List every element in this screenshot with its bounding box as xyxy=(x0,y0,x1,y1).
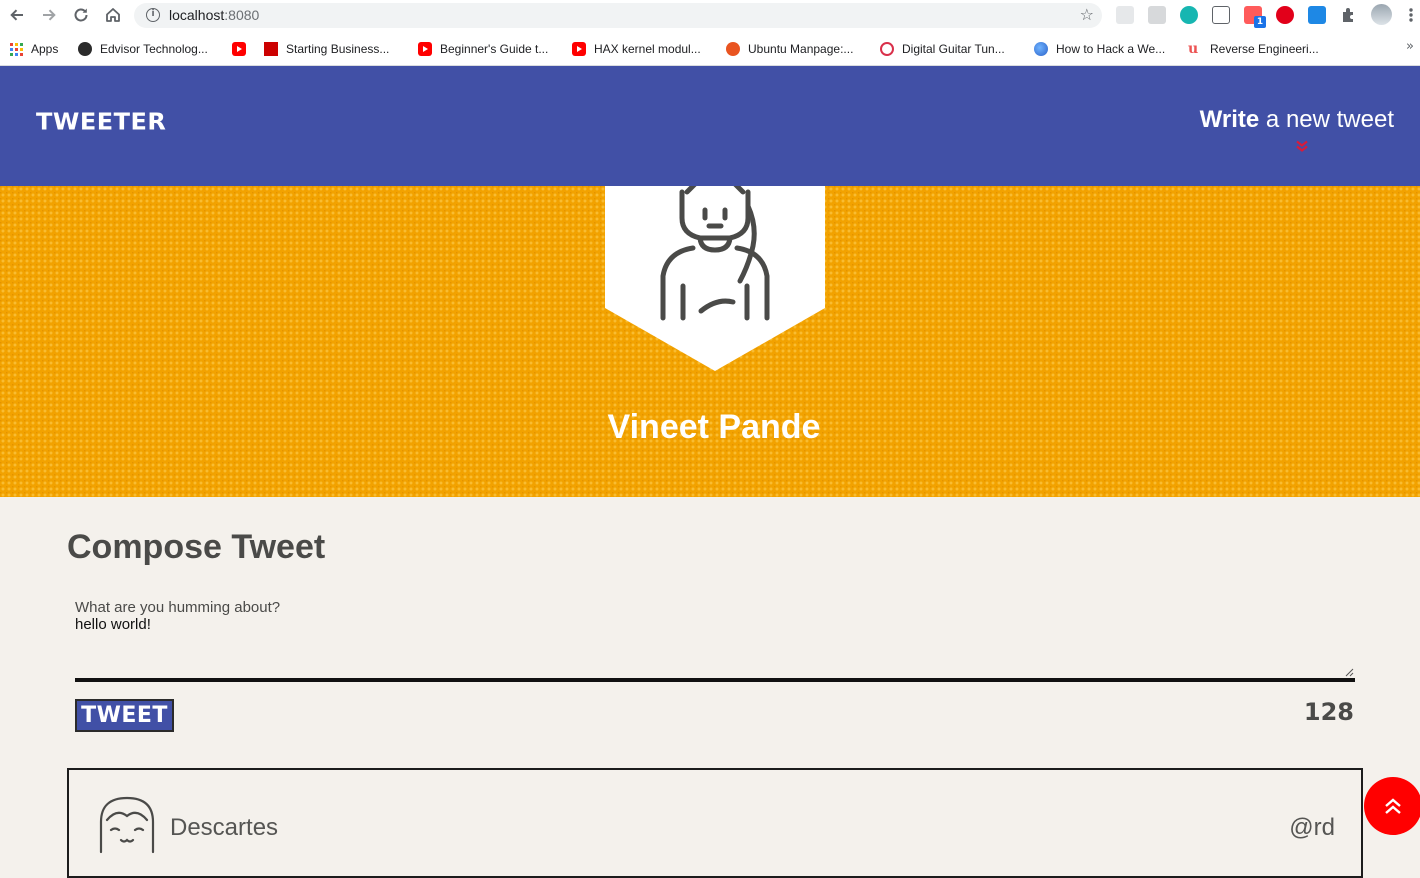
globe-icon xyxy=(1034,42,1048,56)
profile-avatar-badge xyxy=(605,186,825,371)
bookmark-label: Digital Guitar Tun... xyxy=(902,42,1005,56)
bookmark-label: Reverse Engineeri... xyxy=(1210,42,1319,56)
double-chevron-up-icon xyxy=(1385,798,1401,814)
home-icon[interactable] xyxy=(102,4,124,26)
tweet-author-avatar-icon xyxy=(99,796,155,854)
bookmark-ubuntu-manpage[interactable]: Ubuntu Manpage:... xyxy=(726,41,853,57)
url-host: localhost xyxy=(169,7,225,23)
apps-grid-icon xyxy=(9,42,23,56)
site-info-icon[interactable]: i xyxy=(146,8,160,22)
profile-name: Vineet Pande xyxy=(607,408,821,446)
forward-arrow-icon[interactable] xyxy=(38,4,60,26)
bookmark-youtube[interactable] xyxy=(232,41,254,57)
write-new-tweet-link[interactable]: Write a new tweet xyxy=(1200,106,1394,134)
extensions-puzzle-icon[interactable] xyxy=(1340,6,1358,24)
browser-toolbar: i localhost:8080 ☆ 1 xyxy=(0,0,1420,31)
bookmark-edvisor[interactable]: Edvisor Technolog... xyxy=(78,41,208,57)
youtube-icon xyxy=(232,42,246,56)
compose-label: What are you humming about? xyxy=(75,599,281,616)
back-arrow-icon[interactable] xyxy=(6,4,28,26)
tweet-textarea[interactable] xyxy=(75,616,1355,682)
bookmark-star-icon[interactable]: ☆ xyxy=(1080,5,1094,24)
double-chevron-down-icon[interactable] xyxy=(1295,140,1309,152)
more-bookmarks-button[interactable]: » xyxy=(1406,39,1414,54)
bookmark-how-to-hack[interactable]: How to Hack a We... xyxy=(1034,41,1165,57)
tweet-author-handle: @rd xyxy=(1289,814,1335,841)
bookmark-label: Edvisor Technolog... xyxy=(100,42,208,56)
tweet-card: Descartes @rd xyxy=(67,768,1363,878)
compose-title: Compose Tweet xyxy=(67,528,326,566)
address-bar[interactable]: i localhost:8080 ☆ xyxy=(134,3,1102,28)
udemy-icon: u xyxy=(1188,41,1199,57)
extension-badge: 1 xyxy=(1254,16,1266,28)
youtube-icon xyxy=(418,42,432,56)
bookmark-label: Beginner's Guide t... xyxy=(440,42,549,56)
extension-doc-icon[interactable] xyxy=(1212,6,1230,24)
github-icon xyxy=(78,42,92,56)
reload-icon[interactable] xyxy=(70,4,92,26)
profile-avatar[interactable] xyxy=(1371,4,1392,25)
write-link-bold: Write xyxy=(1199,106,1260,133)
bookmark-apps[interactable]: Apps xyxy=(9,41,58,57)
extension-teal-icon[interactable] xyxy=(1180,6,1198,24)
tweet-author-name: Descartes xyxy=(170,814,279,841)
youtube-icon xyxy=(572,42,586,56)
extension-blue-icon[interactable] xyxy=(1308,6,1326,24)
bookmark-label: Starting Business... xyxy=(286,42,390,56)
bookmark-reverse-engineering[interactable]: u Reverse Engineeri... xyxy=(1188,41,1319,57)
extension-r-icon[interactable] xyxy=(1148,6,1166,24)
ubuntu-icon xyxy=(726,42,740,56)
address-url[interactable]: localhost:8080 xyxy=(169,7,259,23)
bookmark-label: Apps xyxy=(31,42,59,56)
bookmark-guitar-tuner[interactable]: Digital Guitar Tun... xyxy=(880,41,1005,57)
bookmark-starting-business[interactable]: Starting Business... xyxy=(264,41,389,57)
tuner-icon xyxy=(880,42,894,56)
resize-grip-icon[interactable] xyxy=(1344,667,1354,677)
write-link-text: a new tweet xyxy=(1265,106,1394,133)
bookmark-label: Ubuntu Manpage:... xyxy=(748,42,854,56)
bookmark-label: How to Hack a We... xyxy=(1056,42,1166,56)
browser-menu-icon[interactable] xyxy=(1406,6,1416,24)
ti-icon xyxy=(264,42,278,56)
url-port: :8080 xyxy=(224,7,260,23)
profile-banner: Vineet Pande xyxy=(0,186,1420,497)
character-counter: 128 xyxy=(1303,698,1354,726)
scroll-to-top-button[interactable] xyxy=(1364,777,1420,835)
site-header: TWEETER Write a new tweet xyxy=(0,66,1420,186)
brand-logo[interactable]: TWEETER xyxy=(36,109,166,136)
extension-grid-icon[interactable] xyxy=(1116,6,1134,24)
bookmark-label: HAX kernel modul... xyxy=(594,42,701,56)
opera-icon[interactable] xyxy=(1276,6,1294,24)
bookmarks-bar: Apps Edvisor Technolog... Starting Busin… xyxy=(0,31,1420,66)
tweet-submit-button[interactable]: TWEET xyxy=(75,699,174,732)
bookmark-hax-kernel[interactable]: HAX kernel modul... xyxy=(572,41,701,57)
bookmark-beginners-guide[interactable]: Beginner's Guide t... xyxy=(418,41,548,57)
